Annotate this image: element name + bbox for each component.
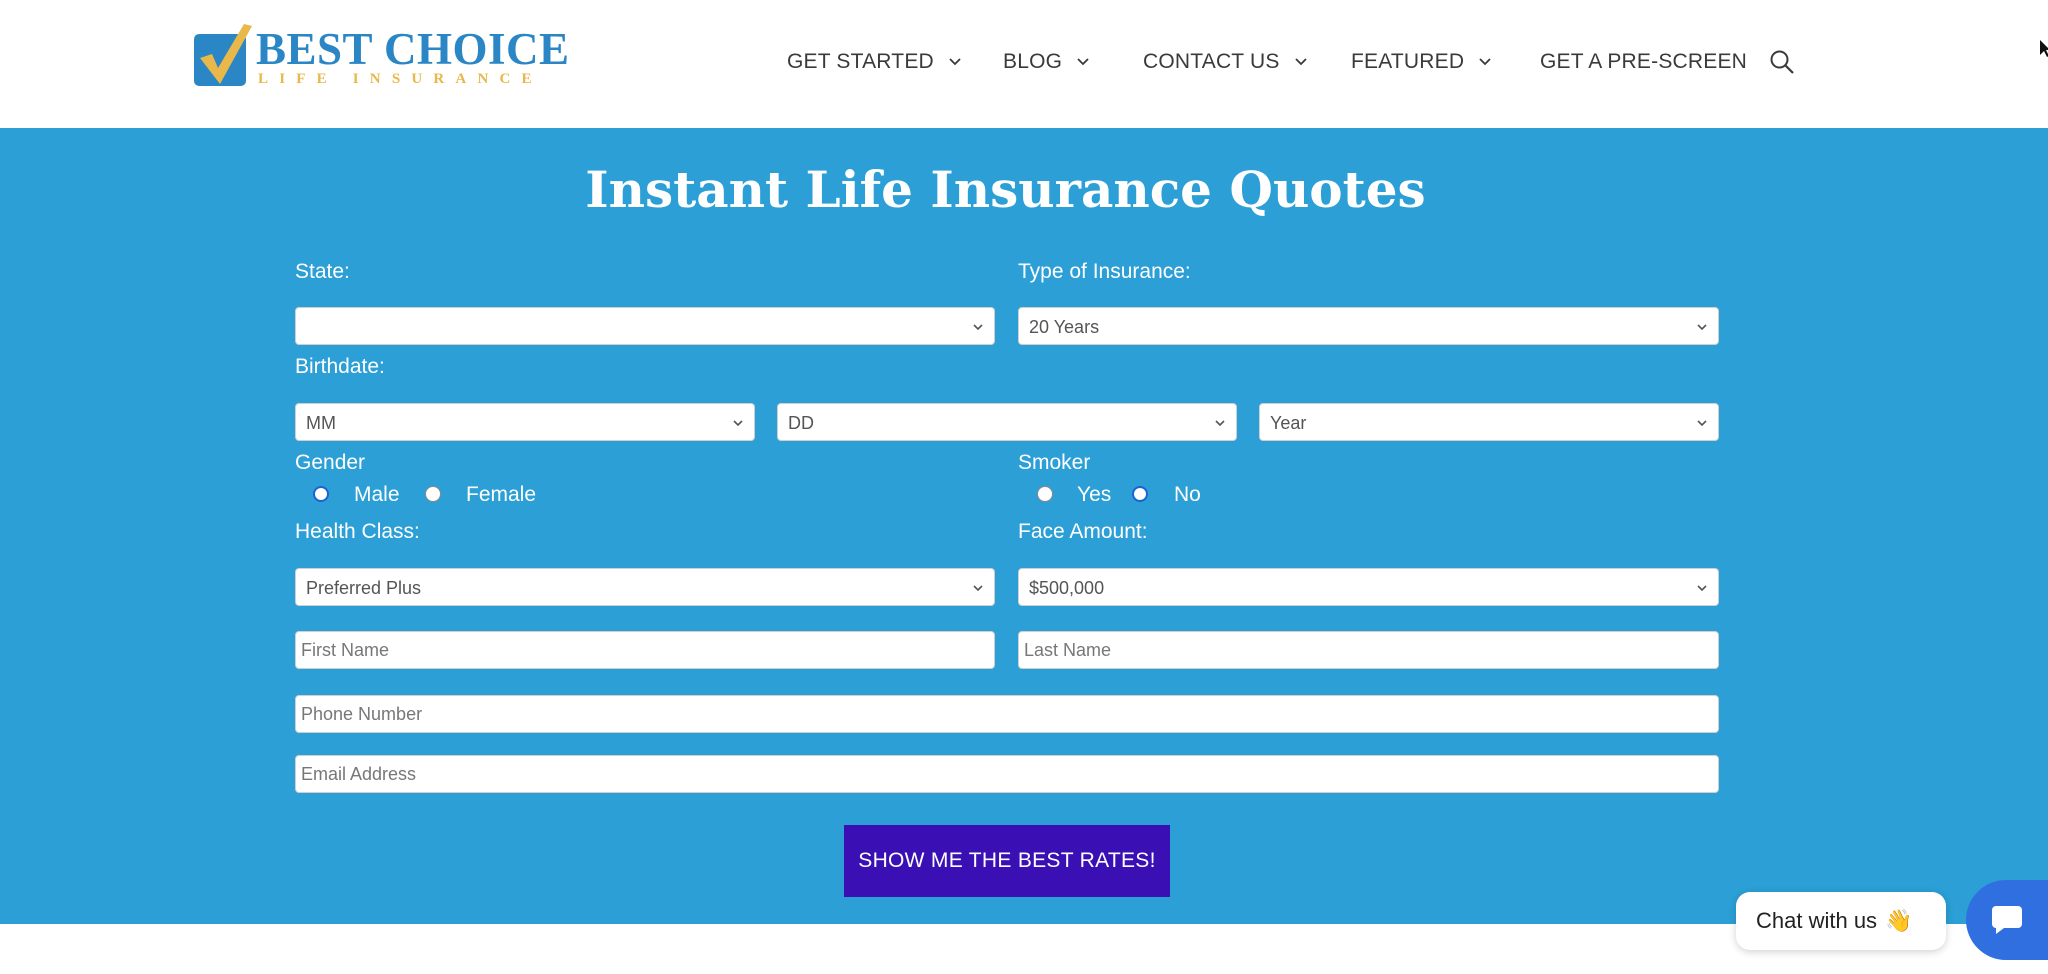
insurance-type-select[interactable]: 20 Years bbox=[1018, 307, 1719, 345]
logo-tagline: LIFE INSURANCE bbox=[258, 71, 543, 87]
chevron-down-icon bbox=[973, 585, 983, 592]
nav-item-label: BLOG bbox=[1003, 50, 1063, 73]
nav-item-get-a-pre-screen[interactable]: GET A PRE-SCREEN bbox=[1540, 44, 1747, 80]
nav-item-blog[interactable]: BLOG bbox=[1003, 44, 1092, 80]
smoker-yes-label[interactable]: Yes bbox=[1077, 483, 1111, 507]
nav-item-label: CONTACT US bbox=[1143, 50, 1280, 73]
chevron-down-icon bbox=[1697, 420, 1707, 427]
chevron-down-icon bbox=[1294, 58, 1307, 66]
nav-item-label: GET A PRE-SCREEN bbox=[1540, 50, 1748, 73]
birthdate-label: Birthdate: bbox=[295, 355, 385, 378]
health-class-label: Health Class: bbox=[295, 520, 420, 543]
nav-item-label: GET STARTED bbox=[787, 50, 934, 73]
insurance-type-select-value: 20 Years bbox=[1029, 317, 1100, 337]
health-class-value: Preferred Plus bbox=[306, 578, 422, 598]
chat-launcher-button[interactable] bbox=[1966, 880, 2048, 960]
chat-bubble-icon bbox=[1992, 906, 2022, 934]
smoker-no-label[interactable]: No bbox=[1174, 483, 1201, 507]
show-best-rates-button[interactable]: SHOW ME THE BEST RATES! bbox=[844, 825, 1170, 897]
site-header: BEST CHOICE LIFE INSURANCE GET STARTED B… bbox=[0, 0, 2048, 128]
birth-day-select[interactable]: DD bbox=[777, 403, 1237, 441]
chevron-down-icon bbox=[1697, 585, 1707, 592]
logo-title: BEST CHOICE bbox=[256, 24, 570, 74]
first-name-input[interactable] bbox=[295, 631, 995, 669]
phone-input[interactable] bbox=[295, 695, 1719, 733]
chevron-down-icon bbox=[1697, 324, 1707, 331]
birth-month-value: MM bbox=[306, 413, 336, 433]
nav-item-label: FEATURED bbox=[1351, 50, 1465, 73]
chevron-down-icon bbox=[949, 58, 961, 66]
chevron-down-icon bbox=[1077, 58, 1089, 66]
birth-year-value: Year bbox=[1270, 413, 1307, 433]
smoker-yes-radio[interactable] bbox=[1037, 486, 1053, 502]
face-amount-select[interactable]: $500,000 bbox=[1018, 568, 1719, 606]
chevron-down-icon bbox=[1215, 420, 1225, 427]
search-icon[interactable] bbox=[1768, 48, 1796, 76]
nav-item-featured[interactable]: FEATURED bbox=[1351, 44, 1494, 80]
chat-with-us-pill[interactable]: Chat with us 👋 bbox=[1736, 892, 1946, 950]
logo-checkmark-icon bbox=[200, 24, 252, 84]
mouse-cursor-icon bbox=[2040, 40, 2048, 57]
birth-year-select[interactable]: Year bbox=[1259, 403, 1719, 441]
last-name-input[interactable] bbox=[1018, 631, 1719, 669]
insurance-type-label: Type of Insurance: bbox=[1018, 260, 1191, 283]
birth-day-value: DD bbox=[788, 413, 814, 433]
nav-item-contact-us[interactable]: CONTACT US bbox=[1143, 44, 1310, 80]
gender-female-label[interactable]: Female bbox=[466, 483, 536, 507]
face-amount-value: $500,000 bbox=[1029, 578, 1105, 598]
email-input[interactable] bbox=[295, 755, 1719, 793]
gender-label: Gender bbox=[295, 451, 366, 474]
chevron-down-icon bbox=[733, 420, 743, 427]
gender-male-label[interactable]: Male bbox=[354, 483, 400, 507]
health-class-select[interactable]: Preferred Plus bbox=[295, 568, 995, 606]
chevron-down-icon bbox=[1479, 58, 1491, 66]
gender-male-radio[interactable] bbox=[313, 486, 329, 502]
chat-label: Chat with us bbox=[1756, 908, 1878, 933]
form-title: Instant Life Insurance Quotes bbox=[585, 160, 1426, 219]
state-select[interactable] bbox=[295, 307, 995, 345]
state-label: State: bbox=[295, 260, 350, 283]
smoker-label: Smoker bbox=[1018, 451, 1091, 474]
gender-female-radio[interactable] bbox=[425, 486, 441, 502]
face-amount-label: Face Amount: bbox=[1018, 520, 1148, 543]
smoker-no-radio[interactable] bbox=[1132, 486, 1148, 502]
birth-month-select[interactable]: MM bbox=[295, 403, 755, 441]
nav-item-get-started[interactable]: GET STARTED bbox=[787, 44, 964, 80]
chevron-down-icon bbox=[973, 324, 983, 331]
waving-hand-icon: 👋 bbox=[1885, 908, 1913, 933]
site-logo[interactable]: BEST CHOICE LIFE INSURANCE bbox=[192, 18, 569, 90]
